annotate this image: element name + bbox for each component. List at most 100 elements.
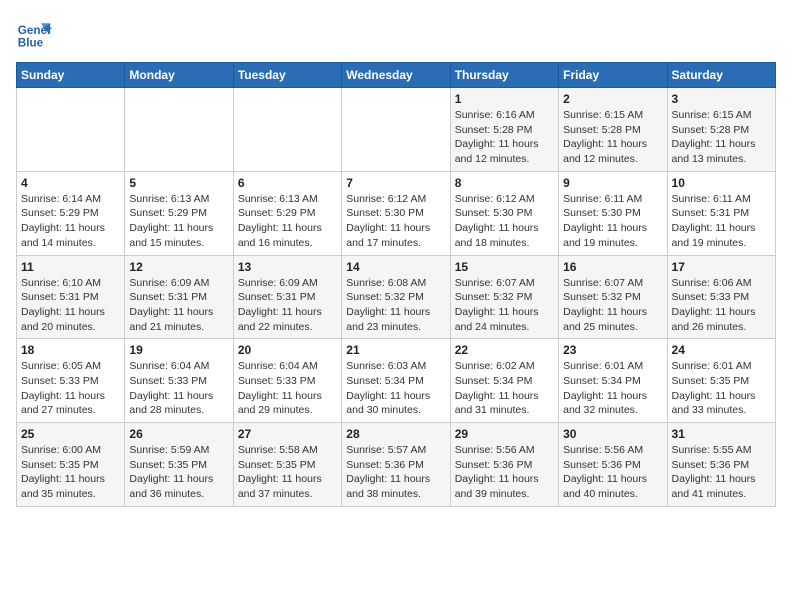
day-number: 3 <box>672 92 771 106</box>
day-number: 23 <box>563 343 662 357</box>
day-info: Sunrise: 6:13 AMSunset: 5:29 PMDaylight:… <box>129 192 228 251</box>
calendar-cell <box>125 88 233 172</box>
day-info: Sunrise: 6:12 AMSunset: 5:30 PMDaylight:… <box>455 192 554 251</box>
day-info: Sunrise: 6:15 AMSunset: 5:28 PMDaylight:… <box>563 108 662 167</box>
calendar-cell: 12 Sunrise: 6:09 AMSunset: 5:31 PMDayligh… <box>125 255 233 339</box>
day-info: Sunrise: 6:00 AMSunset: 5:35 PMDaylight:… <box>21 443 120 502</box>
day-info: Sunrise: 6:01 AMSunset: 5:35 PMDaylight:… <box>672 359 771 418</box>
calendar-cell: 31Sunrise: 5:55 AMSunset: 5:36 PMDayligh… <box>667 423 775 507</box>
day-number: 28 <box>346 427 445 441</box>
calendar-cell <box>342 88 450 172</box>
day-info: Sunrise: 6:09 AMSunset: 5:31 PMDaylight:… <box>129 276 228 335</box>
day-number: 20 <box>238 343 337 357</box>
day-info: Sunrise: 6:16 AMSunset: 5:28 PMDaylight:… <box>455 108 554 167</box>
day-number: 25 <box>21 427 120 441</box>
calendar-cell: 21 Sunrise: 6:03 AMSunset: 5:34 PMDayligh… <box>342 339 450 423</box>
day-number: 1 <box>455 92 554 106</box>
calendar-cell: 30Sunrise: 5:56 AMSunset: 5:36 PMDayligh… <box>559 423 667 507</box>
calendar-cell: 17 Sunrise: 6:06 AMSunset: 5:33 PMDayligh… <box>667 255 775 339</box>
day-info: Sunrise: 5:57 AMSunset: 5:36 PMDaylight:… <box>346 443 445 502</box>
day-number: 14 <box>346 260 445 274</box>
calendar-cell: 22Sunrise: 6:02 AMSunset: 5:34 PMDayligh… <box>450 339 558 423</box>
day-info: Sunrise: 6:07 AMSunset: 5:32 PMDaylight:… <box>563 276 662 335</box>
calendar-cell: 8 Sunrise: 6:12 AMSunset: 5:30 PMDaylight… <box>450 171 558 255</box>
day-info: Sunrise: 6:04 AMSunset: 5:33 PMDaylight:… <box>129 359 228 418</box>
weekday-header-row: SundayMondayTuesdayWednesdayThursdayFrid… <box>17 63 776 88</box>
day-number: 21 <box>346 343 445 357</box>
logo-icon: General Blue <box>16 16 52 52</box>
day-info: Sunrise: 6:03 AMSunset: 5:34 PMDaylight:… <box>346 359 445 418</box>
weekday-header-tuesday: Tuesday <box>233 63 341 88</box>
day-number: 31 <box>672 427 771 441</box>
day-number: 8 <box>455 176 554 190</box>
day-info: Sunrise: 6:05 AMSunset: 5:33 PMDaylight:… <box>21 359 120 418</box>
day-number: 4 <box>21 176 120 190</box>
day-info: Sunrise: 6:07 AMSunset: 5:32 PMDaylight:… <box>455 276 554 335</box>
day-info: Sunrise: 5:56 AMSunset: 5:36 PMDaylight:… <box>455 443 554 502</box>
calendar-cell: 28 Sunrise: 5:57 AMSunset: 5:36 PMDayligh… <box>342 423 450 507</box>
calendar-cell: 26Sunrise: 5:59 AMSunset: 5:35 PMDayligh… <box>125 423 233 507</box>
calendar-cell: 15Sunrise: 6:07 AMSunset: 5:32 PMDayligh… <box>450 255 558 339</box>
day-info: Sunrise: 6:01 AMSunset: 5:34 PMDaylight:… <box>563 359 662 418</box>
calendar-cell: 18 Sunrise: 6:05 AMSunset: 5:33 PMDayligh… <box>17 339 125 423</box>
weekday-header-monday: Monday <box>125 63 233 88</box>
calendar-cell: 3 Sunrise: 6:15 AMSunset: 5:28 PMDaylight… <box>667 88 775 172</box>
calendar-cell: 14 Sunrise: 6:08 AMSunset: 5:32 PMDayligh… <box>342 255 450 339</box>
day-number: 9 <box>563 176 662 190</box>
calendar-cell: 1 Sunrise: 6:16 AMSunset: 5:28 PMDaylight… <box>450 88 558 172</box>
calendar-cell: 6Sunrise: 6:13 AMSunset: 5:29 PMDaylight… <box>233 171 341 255</box>
calendar-cell: 23 Sunrise: 6:01 AMSunset: 5:34 PMDayligh… <box>559 339 667 423</box>
calendar-cell <box>233 88 341 172</box>
calendar-cell: 11 Sunrise: 6:10 AMSunset: 5:31 PMDayligh… <box>17 255 125 339</box>
calendar-week-1: 1 Sunrise: 6:16 AMSunset: 5:28 PMDaylight… <box>17 88 776 172</box>
calendar-week-2: 4 Sunrise: 6:14 AMSunset: 5:29 PMDaylight… <box>17 171 776 255</box>
day-number: 29 <box>455 427 554 441</box>
day-number: 17 <box>672 260 771 274</box>
day-info: Sunrise: 6:12 AMSunset: 5:30 PMDaylight:… <box>346 192 445 251</box>
day-number: 26 <box>129 427 228 441</box>
day-info: Sunrise: 6:02 AMSunset: 5:34 PMDaylight:… <box>455 359 554 418</box>
calendar-cell: 16 Sunrise: 6:07 AMSunset: 5:32 PMDayligh… <box>559 255 667 339</box>
day-info: Sunrise: 6:14 AMSunset: 5:29 PMDaylight:… <box>21 192 120 251</box>
day-number: 11 <box>21 260 120 274</box>
weekday-header-friday: Friday <box>559 63 667 88</box>
svg-text:Blue: Blue <box>18 37 44 50</box>
calendar-cell: 13 Sunrise: 6:09 AMSunset: 5:31 PMDayligh… <box>233 255 341 339</box>
calendar-cell: 7Sunrise: 6:12 AMSunset: 5:30 PMDaylight… <box>342 171 450 255</box>
day-info: Sunrise: 6:04 AMSunset: 5:33 PMDaylight:… <box>238 359 337 418</box>
day-number: 24 <box>672 343 771 357</box>
day-number: 19 <box>129 343 228 357</box>
calendar-cell: 9Sunrise: 6:11 AMSunset: 5:30 PMDaylight… <box>559 171 667 255</box>
day-number: 16 <box>563 260 662 274</box>
calendar-cell: 24 Sunrise: 6:01 AMSunset: 5:35 PMDayligh… <box>667 339 775 423</box>
day-number: 27 <box>238 427 337 441</box>
day-info: Sunrise: 6:10 AMSunset: 5:31 PMDaylight:… <box>21 276 120 335</box>
day-number: 13 <box>238 260 337 274</box>
day-info: Sunrise: 6:11 AMSunset: 5:31 PMDaylight:… <box>672 192 771 251</box>
day-number: 12 <box>129 260 228 274</box>
calendar-cell: 20 Sunrise: 6:04 AMSunset: 5:33 PMDayligh… <box>233 339 341 423</box>
day-number: 30 <box>563 427 662 441</box>
day-info: Sunrise: 6:06 AMSunset: 5:33 PMDaylight:… <box>672 276 771 335</box>
calendar-cell: 25 Sunrise: 6:00 AMSunset: 5:35 PMDayligh… <box>17 423 125 507</box>
calendar-week-5: 25 Sunrise: 6:00 AMSunset: 5:35 PMDayligh… <box>17 423 776 507</box>
day-info: Sunrise: 6:08 AMSunset: 5:32 PMDaylight:… <box>346 276 445 335</box>
calendar-week-3: 11 Sunrise: 6:10 AMSunset: 5:31 PMDayligh… <box>17 255 776 339</box>
calendar-week-4: 18 Sunrise: 6:05 AMSunset: 5:33 PMDayligh… <box>17 339 776 423</box>
calendar-cell: 5Sunrise: 6:13 AMSunset: 5:29 PMDaylight… <box>125 171 233 255</box>
day-number: 18 <box>21 343 120 357</box>
calendar-cell: 2 Sunrise: 6:15 AMSunset: 5:28 PMDaylight… <box>559 88 667 172</box>
weekday-header-saturday: Saturday <box>667 63 775 88</box>
logo: General Blue <box>16 16 52 52</box>
day-number: 2 <box>563 92 662 106</box>
calendar-cell <box>17 88 125 172</box>
calendar-table: SundayMondayTuesdayWednesdayThursdayFrid… <box>16 62 776 507</box>
calendar-cell: 4 Sunrise: 6:14 AMSunset: 5:29 PMDaylight… <box>17 171 125 255</box>
day-info: Sunrise: 6:15 AMSunset: 5:28 PMDaylight:… <box>672 108 771 167</box>
day-info: Sunrise: 6:13 AMSunset: 5:29 PMDaylight:… <box>238 192 337 251</box>
day-info: Sunrise: 6:09 AMSunset: 5:31 PMDaylight:… <box>238 276 337 335</box>
header: General Blue <box>16 16 776 52</box>
day-info: Sunrise: 5:58 AMSunset: 5:35 PMDaylight:… <box>238 443 337 502</box>
weekday-header-wednesday: Wednesday <box>342 63 450 88</box>
calendar-cell: 10Sunrise: 6:11 AMSunset: 5:31 PMDayligh… <box>667 171 775 255</box>
